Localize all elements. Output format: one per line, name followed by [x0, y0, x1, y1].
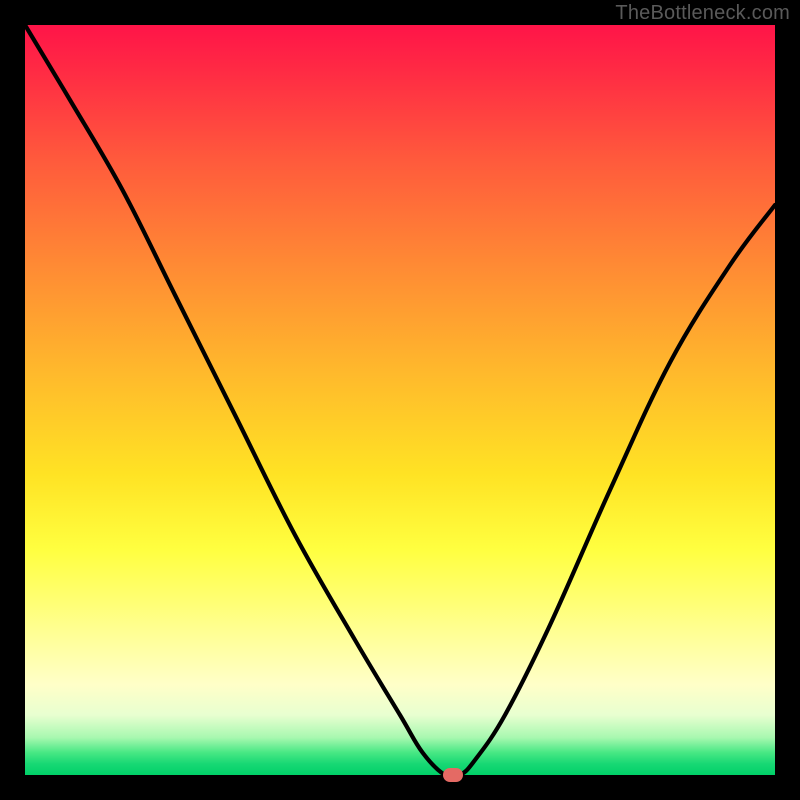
optimal-point-marker: [443, 768, 463, 782]
chart-frame: TheBottleneck.com: [0, 0, 800, 800]
plot-area: [25, 25, 775, 775]
watermark-text: TheBottleneck.com: [615, 2, 790, 25]
bottleneck-curve: [25, 25, 775, 775]
